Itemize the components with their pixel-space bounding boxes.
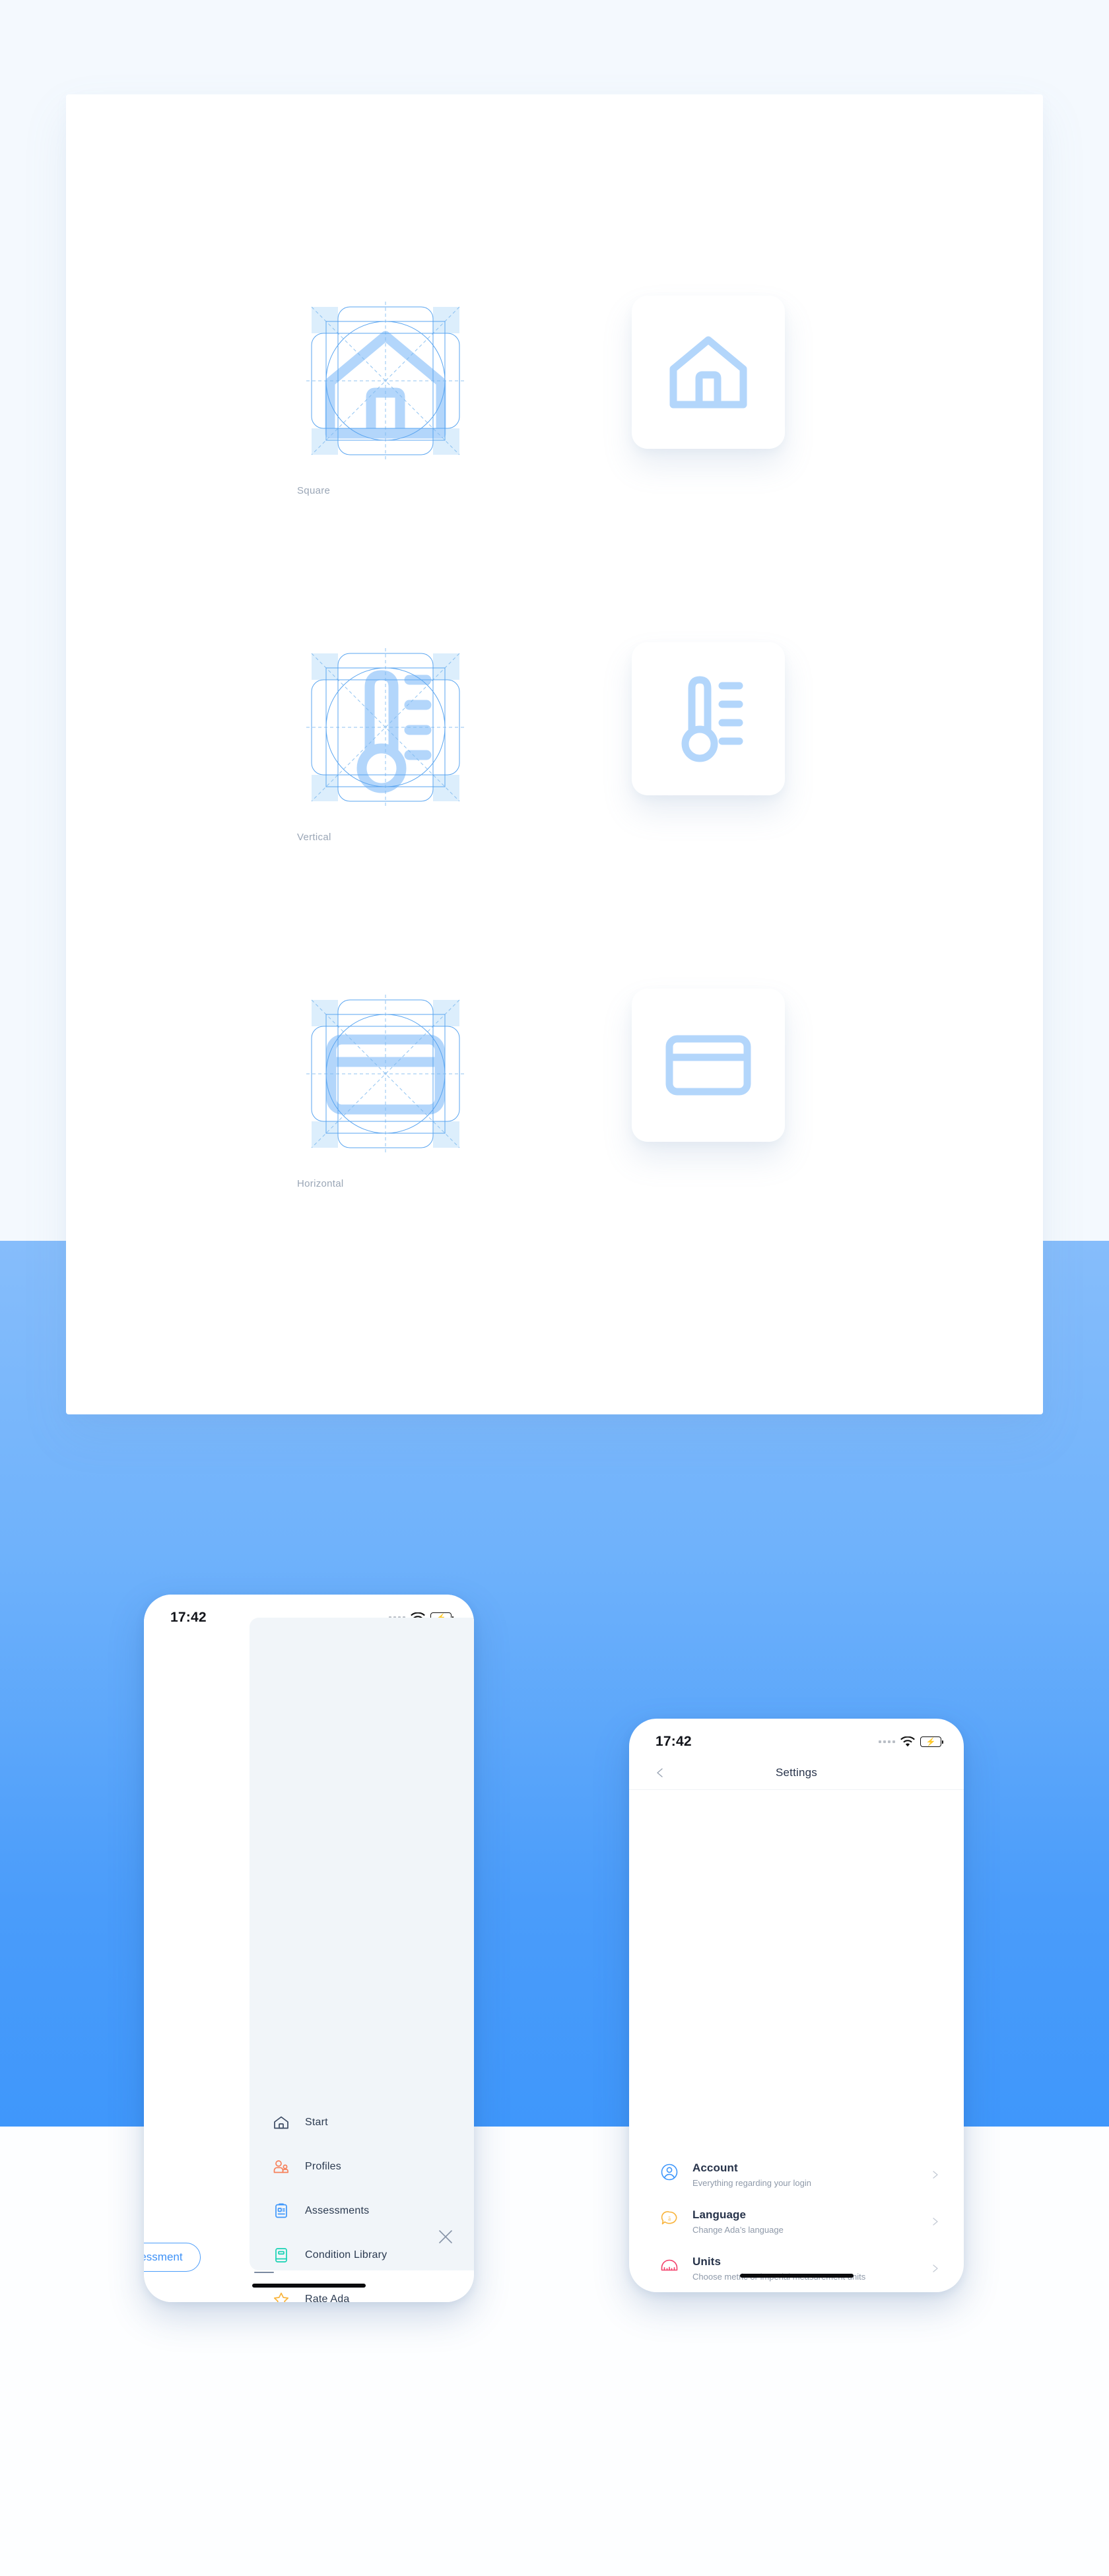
menu-item-assessments[interactable]: Assessments — [272, 2196, 461, 2226]
chevron-right-icon — [931, 2264, 940, 2273]
card-icon — [663, 1032, 754, 1098]
chevron-right-icon — [931, 2217, 940, 2226]
home-indicator — [739, 2274, 854, 2278]
menu-item-label: Rate Ada — [305, 2293, 350, 2303]
book-icon — [272, 2246, 290, 2264]
drawer-menu: Start Profiles Assessments Condition Lib… — [272, 2107, 461, 2302]
chevron-right-icon — [931, 2170, 940, 2179]
house-icon — [663, 327, 754, 418]
page-root: Square Vertical Horizontal 17:42 ssment … — [0, 0, 1109, 2576]
phone-home-screen: 17:42 ⚡ m assessment — [144, 1595, 474, 2302]
settings-row-units[interactable]: Units Choose metric or imperial measurem… — [659, 2245, 940, 2292]
close-icon[interactable] — [437, 2228, 454, 2245]
signal-dots-icon — [879, 1740, 895, 1743]
card-icon-card — [632, 989, 785, 1142]
thermometer-icon-card — [632, 642, 785, 795]
start-assessment-button[interactable]: m assessment — [144, 2243, 201, 2272]
icon-spec-card: Square Vertical Horizontal — [66, 94, 1043, 1414]
thermometer-icon — [667, 673, 750, 765]
clipboard-icon — [272, 2202, 290, 2220]
menu-item-condition-library[interactable]: Condition Library — [272, 2240, 461, 2270]
navigation-drawer: Start Profiles Assessments Condition Lib… — [250, 1618, 474, 2302]
statusbar-settings: 17:42 ⚡ — [629, 1719, 964, 1756]
ruler-icon — [659, 2256, 679, 2276]
menu-item-label: Condition Library — [305, 2249, 387, 2261]
settings-row-language[interactable]: ä Language Change Ada’s language — [659, 2198, 940, 2245]
wifi-icon — [900, 1736, 915, 1747]
statusbar-indicators: ⚡ — [879, 1736, 943, 1747]
settings-navbar: Settings — [629, 1756, 964, 1790]
settings-row-subtitle: Everything regarding your login — [692, 2178, 811, 2189]
menu-item-profiles[interactable]: Profiles — [272, 2152, 461, 2181]
settings-row-texts: Units Choose metric or imperial measurem… — [692, 2255, 940, 2283]
horizontal-construction-grid — [297, 985, 474, 1162]
statusbar-time: 17:42 — [170, 1610, 207, 1625]
settings-row-texts: Language Change Ada’s language — [692, 2208, 940, 2236]
language-icon: ä — [659, 2209, 679, 2229]
battery-charging-icon: ⚡ — [920, 1736, 943, 1747]
home-icon — [272, 2113, 290, 2132]
settings-row-title: Units — [692, 2255, 721, 2268]
settings-row-account[interactable]: Account Everything regarding your login — [659, 2152, 940, 2198]
page-title: Settings — [775, 1766, 818, 1779]
menu-item-label: Start — [305, 2116, 328, 2128]
settings-list: Account Everything regarding your login … — [629, 2152, 964, 2292]
star-icon — [272, 2290, 290, 2302]
phone-settings-screen: 17:42 ⚡ Settings Account Everything rega… — [629, 1719, 964, 2292]
svg-text:ä: ä — [668, 2215, 671, 2222]
house-icon-card — [632, 296, 785, 449]
account-icon — [659, 2162, 679, 2182]
settings-row-subtitle: Change Ada’s language — [692, 2225, 784, 2235]
menu-item-start[interactable]: Start — [272, 2107, 461, 2137]
settings-row-title: Account — [692, 2162, 738, 2174]
square-construction-grid — [297, 292, 474, 469]
profiles-icon — [272, 2158, 290, 2176]
spec-label-horizontal: Horizontal — [297, 1178, 344, 1189]
settings-row-title: Language — [692, 2208, 747, 2221]
vertical-construction-grid — [297, 639, 474, 816]
menu-item-label: Profiles — [305, 2160, 341, 2172]
chevron-left-icon[interactable] — [654, 1767, 666, 1779]
statusbar-time: 17:42 — [655, 1734, 692, 1749]
spec-label-square: Square — [297, 485, 331, 496]
home-indicator — [252, 2284, 366, 2288]
spec-label-vertical: Vertical — [297, 832, 331, 843]
menu-item-label: Assessments — [305, 2204, 370, 2216]
settings-row-texts: Account Everything regarding your login — [692, 2161, 940, 2189]
